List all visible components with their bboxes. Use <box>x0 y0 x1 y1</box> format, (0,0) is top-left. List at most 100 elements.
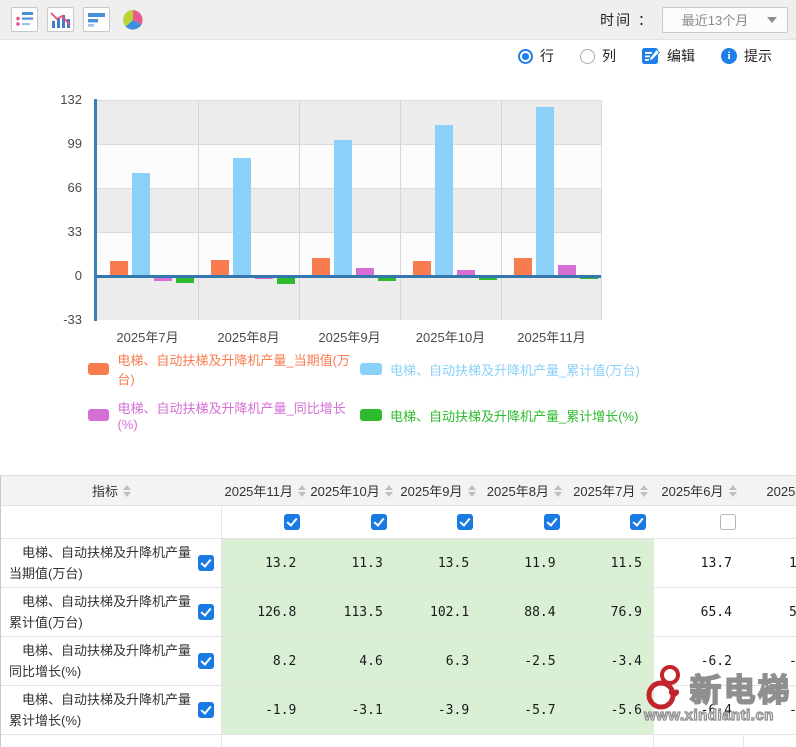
row-label-cell: 电梯、自动扶梯及升降机产量累计值(万台) <box>1 588 222 637</box>
value-cell: 113.5 <box>308 588 394 637</box>
bar-s0-2025年7月 <box>110 261 128 276</box>
table-header-month-0[interactable]: 2025年11月 <box>222 476 308 506</box>
table-header-month-4[interactable]: 2025年7月 <box>568 476 654 506</box>
row-label-cell <box>1 735 222 747</box>
table-row: 电梯、自动扶梯及升降机产量累计增长(%)-1.9-3.1-3.9-5.7-5.6… <box>1 686 796 735</box>
legend-label: 电梯、自动扶梯及升降机产量_当期值(万台) <box>117 350 360 388</box>
value-cell: 13.5 <box>395 539 481 588</box>
checkbox-cell-1 <box>308 506 394 539</box>
value-cell: 126.8 <box>222 588 308 637</box>
value-cell: -3.9 <box>395 686 481 735</box>
value-cell <box>308 735 394 747</box>
table-header-index[interactable]: 指标 <box>1 476 222 506</box>
month-header-label: 2025年6月 <box>661 481 723 500</box>
column-checkbox-checked[interactable] <box>630 514 646 530</box>
value-cell: 88.4 <box>481 588 567 637</box>
legend-swatch-icon <box>88 409 109 421</box>
row-label: 电梯、自动扶梯及升降机产量当期值(万台) <box>1 542 198 584</box>
tip-button[interactable]: i 提示 <box>721 46 772 66</box>
column-checkbox-checked[interactable] <box>457 514 473 530</box>
x-axis-labels: 2025年7月2025年8月2025年9月2025年10月2025年11月 <box>97 327 602 345</box>
row-checkbox-checked[interactable] <box>198 702 214 718</box>
table-header-month-3[interactable]: 2025年8月 <box>481 476 567 506</box>
bar-chart-plot-area <box>97 100 602 320</box>
month-header-label: 2025年8月 <box>487 481 549 500</box>
y-tick-label: -33 <box>63 312 82 327</box>
horizontal-bar-chart-icon <box>86 10 107 29</box>
legend-item-2[interactable]: 电梯、自动扶梯及升降机产量_同比增长(%) <box>88 398 360 432</box>
edit-button[interactable]: 编辑 <box>642 46 695 66</box>
legend-item-3[interactable]: 电梯、自动扶梯及升降机产量_累计增长(%) <box>360 398 640 432</box>
chevron-down-icon <box>767 17 777 23</box>
legend-item-0[interactable]: 电梯、自动扶梯及升降机产量_当期值(万台) <box>88 350 360 388</box>
table-header-month-6[interactable]: 2025年5月 <box>744 476 796 506</box>
sort-icon[interactable] <box>554 485 562 497</box>
column-checkbox-checked[interactable] <box>544 514 560 530</box>
plot-band <box>97 276 601 320</box>
data-list-view-button[interactable] <box>11 7 38 32</box>
tip-button-label: 提示 <box>744 46 772 66</box>
table-header-month-1[interactable]: 2025年10月 <box>308 476 394 506</box>
row-label: 电梯、自动扶梯及升降机产量累计增长(%) <box>1 689 198 731</box>
plot-group-separator <box>400 100 401 320</box>
bar-line-chart-button[interactable] <box>47 7 74 32</box>
legend-label: 电梯、自动扶梯及升降机产量_累计增长(%) <box>390 406 638 425</box>
row-checkbox-checked[interactable] <box>198 604 214 620</box>
column-radio[interactable]: 列 <box>580 46 616 66</box>
sort-icon[interactable] <box>729 485 737 497</box>
chart-type-switcher <box>11 7 146 32</box>
edit-button-label: 编辑 <box>667 46 695 66</box>
value-cell: -3.4 <box>568 637 654 686</box>
bar-s0-2025年8月 <box>211 260 229 276</box>
legend-item-1[interactable]: 电梯、自动扶梯及升降机产量_累计值(万台) <box>360 350 640 388</box>
row-label-line1: 电梯、自动扶梯及升降机产量 <box>9 591 198 612</box>
month-header-label: 2025年7月 <box>573 481 635 500</box>
horizontal-bar-chart-button[interactable] <box>83 7 110 32</box>
month-header-label: 2025年11月 <box>224 481 292 500</box>
row-label-cell: 电梯、自动扶梯及升降机产量同比增长(%) <box>1 637 222 686</box>
checkbox-row-spacer <box>1 506 222 539</box>
x-tick-label: 2025年9月 <box>299 327 400 346</box>
sort-icon[interactable] <box>468 485 476 497</box>
sort-icon[interactable] <box>385 485 393 497</box>
bar-s1-2025年11月 <box>536 107 554 276</box>
row-label-line1: 电梯、自动扶梯及升降机产量 <box>9 640 198 661</box>
table-header-month-5[interactable]: 2025年6月 <box>654 476 744 506</box>
row-label: 电梯、自动扶梯及升降机产量同比增长(%) <box>1 640 198 682</box>
row-label-line2: 当期值(万台) <box>9 566 83 581</box>
bar-s0-2025年11月 <box>514 258 532 276</box>
checkbox-cell-2 <box>395 506 481 539</box>
value-cell: -6.4 <box>654 686 744 735</box>
sort-down-icon <box>468 492 476 497</box>
sort-up-icon <box>123 485 131 490</box>
plot-group-separator <box>299 100 300 320</box>
y-tick-label: 99 <box>68 136 82 151</box>
column-checkbox-checked[interactable] <box>284 514 300 530</box>
checkbox-cell-3 <box>481 506 567 539</box>
sort-icon[interactable] <box>640 485 648 497</box>
time-range-select[interactable]: 最近13个月 <box>662 7 788 33</box>
pie-chart-button[interactable] <box>119 7 146 32</box>
sort-up-icon <box>640 485 648 490</box>
sort-icon[interactable] <box>123 485 131 497</box>
legend-swatch-icon <box>88 363 109 375</box>
value-cell: 13.2 <box>222 539 308 588</box>
table-header-row: 指标2025年11月 2025年10月2025年9月 2025年8月 2025年7月 2… <box>1 476 796 506</box>
row-checkbox-checked[interactable] <box>198 555 214 571</box>
column-checkbox-checked[interactable] <box>371 514 387 530</box>
value-cell: 65.4 <box>654 588 744 637</box>
row-checkbox-checked[interactable] <box>198 653 214 669</box>
radio-selected-icon <box>518 49 533 64</box>
time-filter: 时间 ： 最近13个月 <box>600 7 788 33</box>
row-radio[interactable]: 行 <box>518 46 554 66</box>
value-cell <box>744 735 796 747</box>
column-checkbox-unchecked[interactable] <box>720 514 736 530</box>
legend-label: 电梯、自动扶梯及升降机产量_累计值(万台) <box>390 360 640 379</box>
value-cell: -5.6 <box>568 686 654 735</box>
x-tick-label: 2025年7月 <box>97 327 198 346</box>
table-header-month-2[interactable]: 2025年9月 <box>395 476 481 506</box>
sort-icon[interactable] <box>298 485 306 497</box>
value-cell: 11.9 <box>481 539 567 588</box>
row-radio-label: 行 <box>540 46 554 66</box>
plot-group-separator <box>501 100 502 320</box>
